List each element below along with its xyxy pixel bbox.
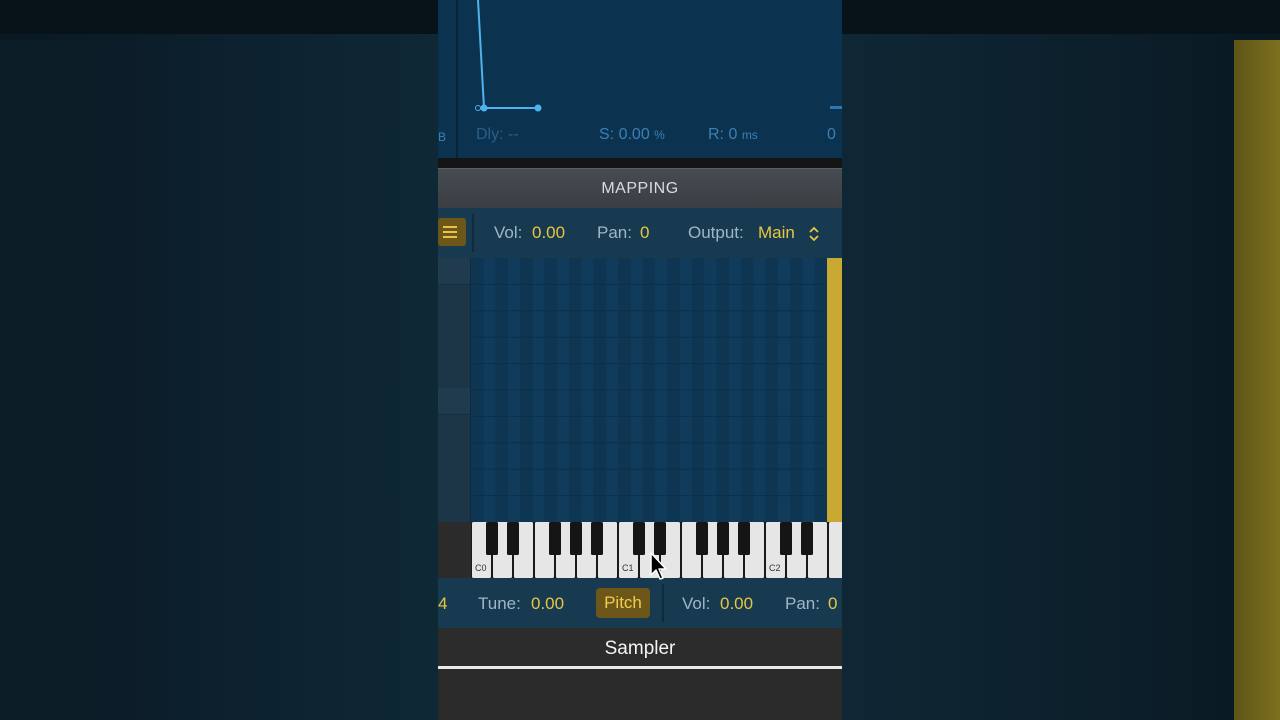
partial-value: 0	[827, 126, 836, 143]
background-right	[842, 0, 1280, 720]
divider	[472, 214, 474, 252]
vol-value[interactable]: 0.00	[720, 594, 753, 614]
velocity-strip	[438, 258, 470, 522]
envelope-point-decay	[480, 104, 488, 112]
zone-parameters: 4 Tune: 0.00 Pitch Vol: 0.00 Pan: 0	[438, 578, 842, 628]
black-key	[486, 522, 498, 555]
black-key	[507, 522, 519, 555]
envelope-curve	[477, 0, 538, 109]
envelope-point-sustain	[534, 104, 542, 112]
section-gap	[438, 158, 842, 168]
background-toolbar	[842, 0, 1280, 34]
vol-value[interactable]: 0.00	[532, 223, 565, 243]
black-key	[591, 522, 603, 555]
divider	[662, 584, 664, 622]
key-label-c0: C0	[475, 563, 487, 573]
delay-readout[interactable]: Dly: --	[476, 126, 519, 144]
list-view-button[interactable]	[438, 218, 466, 246]
envelope-point-start	[475, 105, 481, 111]
vol-label: Vol:	[494, 223, 523, 242]
envelope-section: B Dly: -- S: 0.00 % R: 0 ms 0	[438, 0, 842, 158]
app-title: Sampler	[604, 638, 676, 659]
up-down-chevron-icon[interactable]	[808, 225, 820, 243]
mouse-cursor-icon	[650, 552, 667, 580]
list-icon	[443, 226, 457, 228]
tune-value[interactable]: 0.00	[531, 594, 564, 614]
key-label-c2: C2	[769, 563, 781, 573]
envelope-marker	[830, 106, 842, 109]
black-key	[570, 522, 582, 555]
mapping-grid[interactable]	[471, 258, 827, 522]
partial-label: B	[438, 130, 447, 144]
grid-shade	[471, 258, 827, 522]
black-key	[549, 522, 561, 555]
mapping-header[interactable]: MAPPING	[438, 168, 842, 209]
black-key	[780, 522, 792, 555]
mapping-title: MAPPING	[601, 180, 679, 197]
background-panel	[0, 40, 104, 720]
pitch-button[interactable]: Pitch	[596, 588, 650, 618]
list-icon	[443, 231, 457, 233]
pan-label: Pan:	[597, 223, 632, 242]
sampler-panel: B Dly: -- S: 0.00 % R: 0 ms 0 MAPPING Vo…	[438, 0, 842, 720]
list-icon	[443, 236, 457, 238]
black-key	[696, 522, 708, 555]
background-zone	[1234, 40, 1280, 720]
mapping-controls: Vol: 0.00 Pan: 0 Output: Main	[438, 208, 842, 258]
sustain-readout[interactable]: S: 0.00 %	[599, 126, 665, 144]
partial-value[interactable]: 4	[438, 594, 447, 614]
sample-zone[interactable]	[827, 258, 842, 522]
black-key	[633, 522, 645, 555]
vol-label: Vol:	[682, 594, 711, 613]
black-key	[738, 522, 750, 555]
release-readout[interactable]: R: 0 ms	[708, 126, 758, 144]
black-key	[801, 522, 813, 555]
white-key	[829, 522, 842, 578]
pan-value[interactable]: 0	[828, 594, 837, 614]
black-key	[717, 522, 729, 555]
bottom-area	[438, 669, 842, 720]
output-select[interactable]: Main	[758, 223, 795, 243]
pan-value[interactable]: 0	[640, 223, 649, 243]
key-label-c1: C1	[622, 563, 634, 573]
background-toolbar	[0, 0, 438, 34]
black-key	[654, 522, 666, 555]
output-label: Output:	[688, 223, 744, 242]
background-left	[0, 0, 438, 720]
mapping-editor[interactable]	[438, 258, 842, 522]
tune-label: Tune:	[478, 594, 521, 613]
pan-label: Pan:	[785, 594, 820, 613]
app-title-bar: Sampler	[438, 630, 842, 666]
